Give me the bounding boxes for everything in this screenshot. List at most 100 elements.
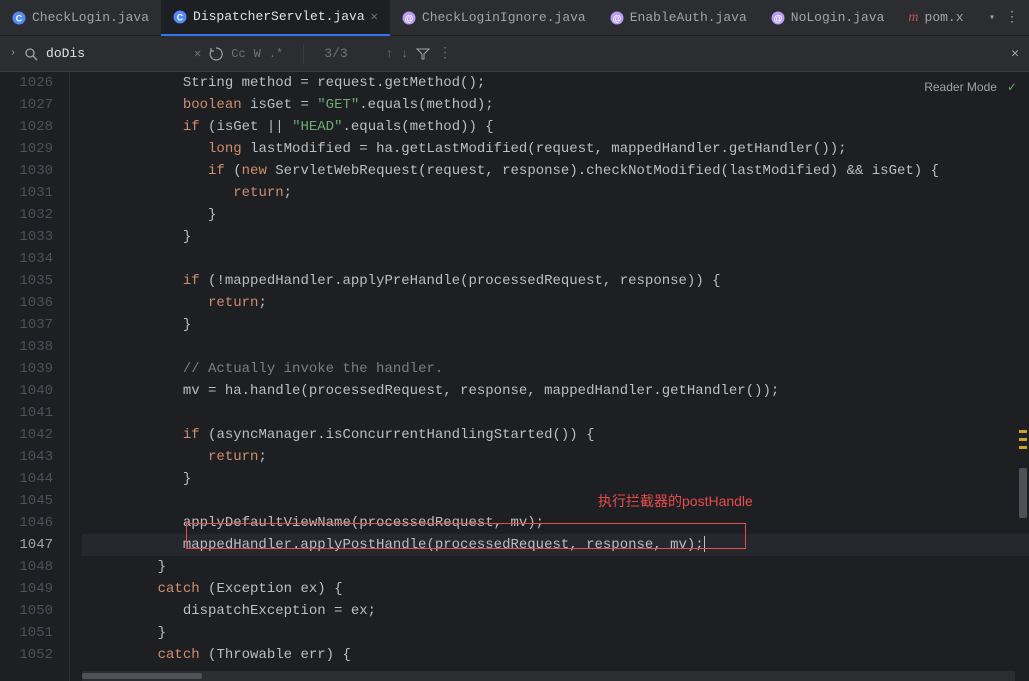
code-line[interactable]: dispatchException = ex;	[82, 600, 1029, 622]
line-number: 1035	[0, 270, 53, 292]
code-editor: 1026102710281029103010311032103310341035…	[0, 72, 1029, 681]
line-number: 1030	[0, 160, 53, 182]
svg-text:C: C	[177, 12, 184, 22]
svg-text:@: @	[612, 13, 621, 23]
mark[interactable]	[1019, 438, 1027, 441]
more-vertical-icon[interactable]: ⋮	[1005, 9, 1019, 26]
code-line[interactable]: if (!mappedHandler.applyPreHandle(proces…	[82, 270, 1029, 292]
line-number: 1039	[0, 358, 53, 380]
line-number: 1026	[0, 72, 53, 94]
tab-nologin-java[interactable]: @NoLogin.java	[759, 0, 897, 36]
filter-icon[interactable]	[416, 47, 430, 61]
next-match-icon[interactable]: ↓	[401, 47, 408, 61]
tab-pom-x[interactable]: mpom.x	[896, 0, 975, 36]
tab-dispatcherservlet-java[interactable]: C DispatcherServlet.java ✕	[161, 0, 390, 36]
code-line[interactable]: if (asyncManager.isConcurrentHandlingSta…	[82, 424, 1029, 446]
reader-mode-label: Reader Mode	[924, 76, 997, 98]
class-icon: C	[173, 10, 187, 24]
close-search-icon[interactable]: ✕	[1011, 46, 1019, 61]
line-number: 1031	[0, 182, 53, 204]
code-line[interactable]: catch (Throwable err) {	[82, 644, 1029, 666]
clear-search-icon[interactable]: ✕	[194, 46, 201, 61]
annotation-text: 执行拦截器的postHandle	[598, 490, 753, 512]
code-content[interactable]: Reader Mode ✓ 执行拦截器的postHandle String me…	[70, 72, 1029, 681]
code-line[interactable]: }	[82, 622, 1029, 644]
scrollbar-thumb[interactable]	[1019, 468, 1027, 518]
code-line[interactable]	[82, 402, 1029, 424]
line-number: 1038	[0, 336, 53, 358]
close-tab-icon[interactable]: ✕	[371, 9, 378, 24]
search-icon	[24, 47, 38, 61]
search-more-icon[interactable]: ⋮	[438, 45, 452, 62]
horizontal-scrollbar-thumb[interactable]	[82, 673, 202, 679]
svg-text:@: @	[405, 13, 414, 23]
line-number: 1034	[0, 248, 53, 270]
line-number: 1051	[0, 622, 53, 644]
line-number: 1043	[0, 446, 53, 468]
line-number: 1052	[0, 644, 53, 666]
tabs-bar: CCheckLogin.javaCDispatcherServlet.java✕…	[0, 0, 1029, 36]
line-number: 1041	[0, 402, 53, 424]
code-line[interactable]: catch (Exception ex) {	[82, 578, 1029, 600]
line-number: 1050	[0, 600, 53, 622]
tab-enableauth-java[interactable]: @EnableAuth.java	[598, 0, 759, 36]
text-caret	[704, 536, 705, 552]
search-option-[interactable]: .*	[269, 47, 283, 61]
line-number: 1045	[0, 490, 53, 512]
tab-label: DispatcherServlet.java	[193, 9, 365, 24]
code-line[interactable]	[82, 248, 1029, 270]
code-line[interactable]: }	[82, 556, 1029, 578]
svg-text:C: C	[16, 13, 23, 23]
mark[interactable]	[1019, 446, 1027, 449]
code-line[interactable]: return;	[82, 446, 1029, 468]
expand-right-icon[interactable]: ›	[10, 48, 16, 59]
line-number: 1046	[0, 512, 53, 534]
search-input[interactable]	[46, 46, 186, 61]
code-line[interactable]: long lastModified = ha.getLastModified(r…	[82, 138, 1029, 160]
search-option-w[interactable]: W	[254, 47, 261, 61]
code-line[interactable]: applyDefaultViewName(processedRequest, m…	[82, 512, 1029, 534]
mark[interactable]	[1019, 430, 1027, 433]
history-icon[interactable]	[209, 47, 223, 61]
search-result-count: 3/3	[324, 46, 347, 61]
line-number: 1040	[0, 380, 53, 402]
code-line[interactable]: return;	[82, 182, 1029, 204]
code-line[interactable]: boolean isGet = "GET".equals(method);	[82, 94, 1029, 116]
scrollbar-marks[interactable]	[1017, 72, 1029, 681]
line-number: 1037	[0, 314, 53, 336]
tab-checklogin-java[interactable]: CCheckLogin.java	[0, 0, 161, 36]
code-line[interactable]	[82, 490, 1029, 512]
code-line[interactable]: // Actually invoke the handler.	[82, 358, 1029, 380]
code-line[interactable]: mappedHandler.applyPostHandle(processedR…	[82, 534, 1029, 556]
chevron-down-icon[interactable]: ▾	[989, 12, 995, 24]
line-number: 1042	[0, 424, 53, 446]
tab-label: CheckLoginIgnore.java	[422, 10, 586, 25]
maven-icon: m	[908, 10, 918, 26]
search-option-cc[interactable]: Cc	[231, 47, 245, 61]
code-line[interactable]: if (isGet || "HEAD".equals(method)) {	[82, 116, 1029, 138]
horizontal-scrollbar[interactable]	[82, 671, 1015, 681]
line-number: 1027	[0, 94, 53, 116]
line-number: 1036	[0, 292, 53, 314]
line-number: 1033	[0, 226, 53, 248]
tabs-overflow-controls: ▾ ⋮	[989, 9, 1029, 26]
annotation-icon: @	[402, 11, 416, 25]
code-line[interactable]: mv = ha.handle(processedRequest, respons…	[82, 380, 1029, 402]
line-number: 1049	[0, 578, 53, 600]
tab-checkloginignore-java[interactable]: @ CheckLoginIgnore.java	[390, 0, 598, 36]
code-line[interactable]: String method = request.getMethod();	[82, 72, 1029, 94]
code-line[interactable]: if (new ServletWebRequest(request, respo…	[82, 160, 1029, 182]
line-number: 1048	[0, 556, 53, 578]
code-line[interactable]	[82, 336, 1029, 358]
code-line[interactable]: }	[82, 226, 1029, 248]
line-number: 1044	[0, 468, 53, 490]
code-line[interactable]: }	[82, 468, 1029, 490]
code-line[interactable]: return;	[82, 292, 1029, 314]
find-bar: › ✕ Cc W .* 3/3 ↑ ↓ ⋮ ✕	[0, 36, 1029, 72]
code-line[interactable]: }	[82, 314, 1029, 336]
line-number: 1047	[0, 534, 53, 556]
prev-match-icon[interactable]: ↑	[386, 47, 393, 61]
reader-mode-badge[interactable]: Reader Mode ✓	[924, 76, 1017, 98]
class-icon: C	[12, 11, 26, 25]
code-line[interactable]: }	[82, 204, 1029, 226]
